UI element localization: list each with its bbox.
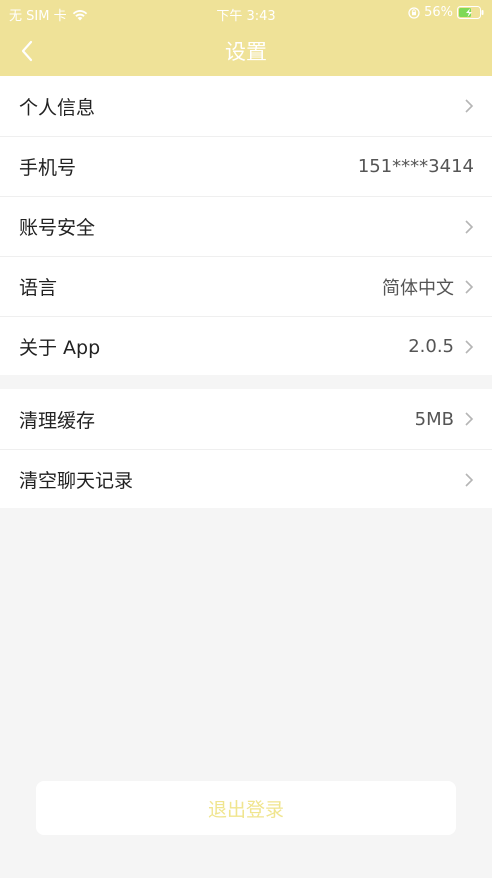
chevron-right-icon — [465, 412, 474, 426]
status-right: 56% — [408, 5, 484, 20]
row-about-app[interactable]: 关于 App 2.0.5 — [0, 316, 492, 376]
row-phone[interactable]: 手机号 151****3414 — [0, 136, 492, 196]
row-label: 清理缓存 — [19, 409, 96, 432]
settings-group-storage: 清理缓存 5MB 清空聊天记录 — [0, 389, 492, 508]
chevron-right-icon — [465, 279, 474, 294]
row-language[interactable]: 语言 简体中文 — [0, 256, 492, 316]
orientation-lock-icon — [408, 6, 420, 19]
settings-group-account: 个人信息 手机号 151****3414 账号安全 语言 简体中文 关于 App… — [0, 76, 492, 375]
header: 无 SIM 卡 下午 3:43 56% 设置 — [0, 0, 492, 76]
cache-size-value: 5MB — [414, 408, 454, 430]
nav-bar: 设置 — [0, 26, 492, 76]
language-value: 简体中文 — [382, 277, 454, 299]
row-personal-info[interactable]: 个人信息 — [0, 76, 492, 136]
battery-icon — [457, 6, 484, 19]
chevron-right-icon — [465, 339, 474, 354]
row-label: 手机号 — [19, 157, 77, 179]
chevron-right-icon — [465, 99, 474, 113]
version-value: 2.0.5 — [408, 336, 454, 357]
row-label: 语言 — [19, 277, 58, 299]
row-label: 个人信息 — [19, 96, 96, 119]
phone-value: 151****3414 — [357, 156, 474, 177]
row-clear-chat-history[interactable]: 清空聊天记录 — [0, 449, 492, 509]
chevron-right-icon — [465, 219, 474, 234]
status-bar: 无 SIM 卡 下午 3:43 56% — [0, 0, 492, 26]
row-label: 账号安全 — [19, 217, 96, 239]
page-title: 设置 — [225, 40, 267, 64]
row-label: 关于 App — [19, 337, 101, 359]
chevron-right-icon — [465, 472, 474, 487]
battery-percent: 56% — [424, 5, 453, 20]
row-clear-cache[interactable]: 清理缓存 5MB — [0, 389, 492, 449]
logout-button[interactable]: 退出登录 — [36, 781, 456, 835]
row-label: 清空聊天记录 — [19, 470, 134, 492]
row-account-security[interactable]: 账号安全 — [0, 196, 492, 256]
